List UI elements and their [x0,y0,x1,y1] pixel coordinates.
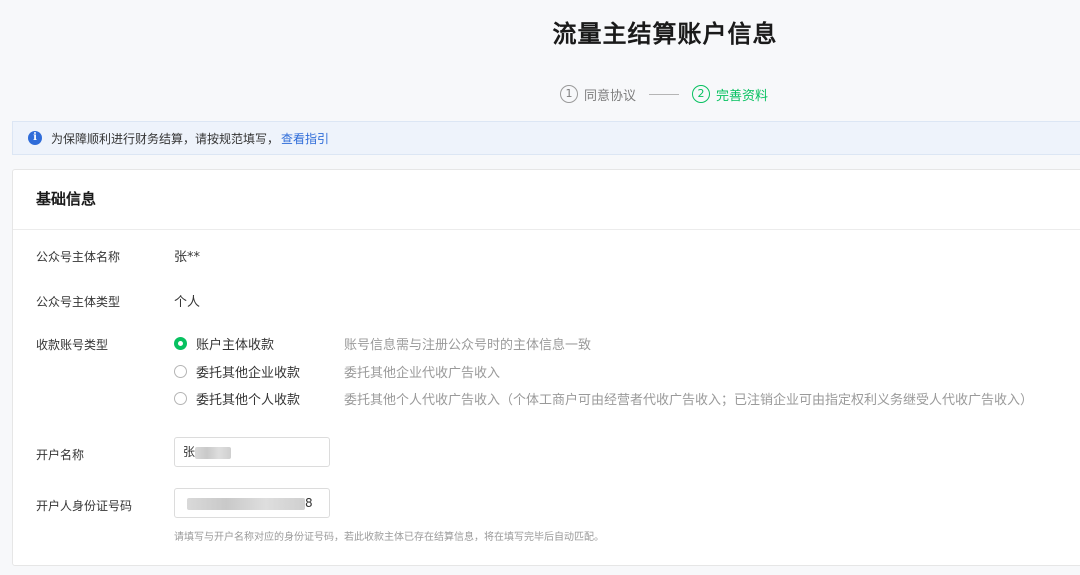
step-label: 同意协议 [584,88,637,104]
section-title: 基础信息 [13,170,1080,230]
step-number: 2 [692,85,711,103]
basic-info-card: 基础信息 公众号主体名称 张** 公众号主体类型 个人 收款账号类型 账户主体收… [12,169,1080,566]
id-number-label: 开户人身份证号码 [36,499,133,513]
radio-label[interactable]: 委托其他个人收款 [196,389,344,408]
page-title: 流量主结算账户信息 [552,20,778,48]
entity-type-label: 公众号主体类型 [36,295,121,309]
radio-checked-icon[interactable] [174,336,187,350]
id-number-value: 8 [305,496,313,510]
radio-unchecked-icon[interactable] [174,391,187,405]
step-connector [649,93,680,95]
account-name-value: 张 [183,445,196,459]
radio-label[interactable]: 账户主体收款 [196,334,344,353]
radio-description: 账号信息需与注册公众号时的主体信息一致 [344,337,592,353]
step-agree-protocol: 1 同意协议 [560,85,636,104]
notice-text: 为保障顺利进行财务结算，请按规范填写， [51,131,280,146]
account-name-input[interactable]: 张 [174,437,330,467]
notice-bar: i 为保障顺利进行财务结算，请按规范填写， 查看指引 [12,121,1080,155]
entity-name-value: 张** [174,250,201,265]
radio-option-individual[interactable]: 委托其他个人收款 委托其他个人代收广告收入（个体工商户可由经营者代收广告收入；已… [174,388,1033,408]
radio-option-company[interactable]: 委托其他企业收款 委托其他企业代收广告收入 [174,361,500,381]
step-complete-info: 2 完善资料 [692,85,768,104]
entity-type-value: 个人 [174,295,201,310]
step-label: 完善资料 [716,88,769,104]
redacted-text [187,497,305,510]
radio-unchecked-icon[interactable] [174,364,187,378]
steps-indicator: 1 同意协议 2 完善资料 [560,84,768,104]
redacted-text [195,446,232,459]
radio-description: 委托其他企业代收广告收入 [344,365,501,381]
id-number-input[interactable]: 8 [174,488,330,518]
radio-option-self[interactable]: 账户主体收款 账号信息需与注册公众号时的主体信息一致 [174,333,591,353]
step-number: 1 [560,85,578,103]
radio-description: 委托其他个人代收广告收入（个体工商户可由经营者代收广告收入；已注销企业可由指定权… [344,392,1034,408]
radio-label[interactable]: 委托其他企业收款 [196,362,344,381]
entity-name-label: 公众号主体名称 [36,250,121,264]
view-guide-link[interactable]: 查看指引 [281,130,329,147]
account-type-label: 收款账号类型 [36,338,109,352]
info-icon: i [28,131,42,145]
account-name-label: 开户名称 [36,448,85,462]
id-number-hint: 请填写与开户名称对应的身份证号码，若此收款主体已存在结算信息，将在填写完毕后自动… [174,532,604,543]
